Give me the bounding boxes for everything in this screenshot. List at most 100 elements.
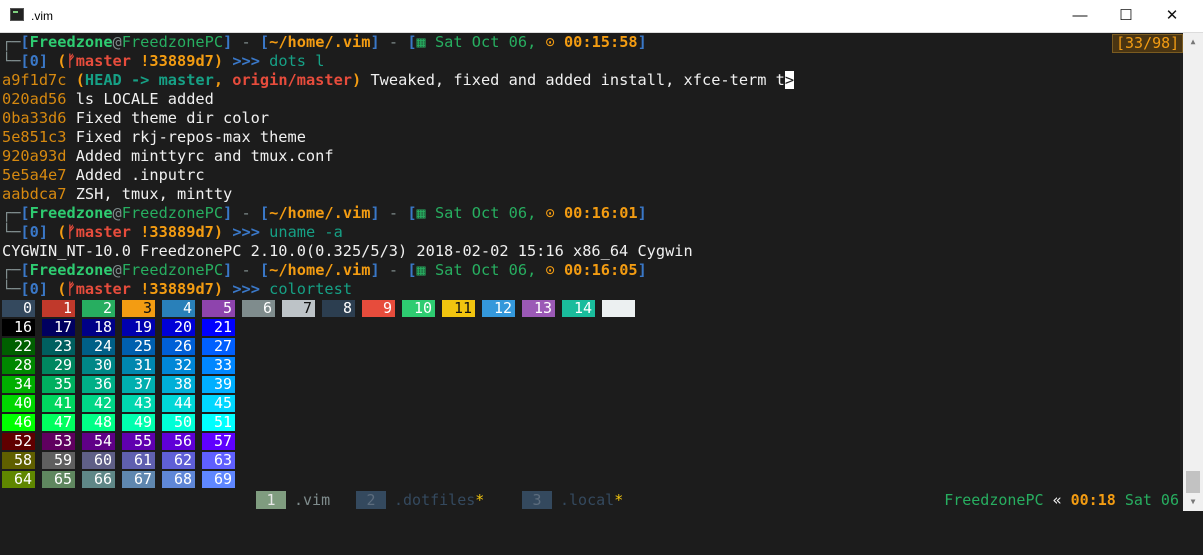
maximize-button[interactable]: ☐ <box>1103 0 1149 32</box>
commit-message: Added .inputrc <box>75 166 205 184</box>
color-swatch: 12 <box>482 300 515 317</box>
color-swatch: 33 <box>202 357 235 374</box>
calendar-icon: ▦ <box>416 204 426 222</box>
prompt-user: Freedzone <box>29 261 113 279</box>
color-swatch: 54 <box>82 433 115 450</box>
prompt-arrows: >>> <box>232 280 260 298</box>
color-swatch: 2 <box>82 300 115 317</box>
git-commit: 33889d7 <box>149 280 214 298</box>
color-swatch: 23 <box>42 338 75 355</box>
prompt-date: Sat Oct 06, <box>434 33 537 51</box>
scroll-down-arrow-icon[interactable]: ▼ <box>1183 493 1203 510</box>
tmux-window-tab-1[interactable]: 1 .vim <box>256 491 330 509</box>
scroll-up-arrow-icon[interactable]: ▲ <box>1183 33 1203 50</box>
color-swatch: 44 <box>162 395 195 412</box>
paren: ) <box>213 223 224 241</box>
prompt-date: Sat Oct 06, <box>434 261 537 279</box>
title-bar[interactable]: .vim — ☐ ✕ <box>0 0 1203 33</box>
tmux-window-tab-3[interactable]: 3 .local* <box>522 491 623 509</box>
bracket: [ <box>259 261 270 279</box>
tmux-window-tab-2[interactable]: 2 .dotfiles* <box>356 491 484 509</box>
bracket: [ <box>20 223 30 241</box>
more-indicator: > <box>784 71 795 89</box>
bracket: [ <box>259 33 270 51</box>
color-swatch: 39 <box>202 376 235 393</box>
prompt-sep: - <box>379 204 408 222</box>
color-swatch: 59 <box>42 452 75 469</box>
git-branch-icon: ᚠ <box>66 52 76 70</box>
prompt-corner: ┌─ <box>2 261 21 279</box>
commit-hash: 920a93d <box>2 147 67 165</box>
commit-message: Tweaked, fixed and added install, xfce-t… <box>370 71 785 89</box>
color-swatch: 17 <box>42 319 75 336</box>
color-swatch: 42 <box>82 395 115 412</box>
color-swatch: 0 <box>2 300 35 317</box>
color-swatch: 62 <box>162 452 195 469</box>
prompt-at: @ <box>112 261 122 279</box>
color-swatch: 69 <box>202 471 235 488</box>
bracket: ] <box>38 280 49 298</box>
color-swatch: 57 <box>202 433 235 450</box>
paren: ( <box>75 71 85 89</box>
paren: ) <box>213 280 224 298</box>
color-swatch: 1 <box>42 300 75 317</box>
git-log-line: 020ad56 ls LOCALE added <box>2 90 214 109</box>
commit-hash: 5e5a4e7 <box>2 166 67 184</box>
calendar-icon: ▦ <box>416 261 426 279</box>
calendar-icon: ▦ <box>416 33 426 51</box>
tmux-window-name: .vim <box>294 491 331 509</box>
tmux-window-number: 1 <box>256 491 286 509</box>
color-swatch: 18 <box>82 319 115 336</box>
prompt-corner: └─ <box>2 52 21 70</box>
uname-output: CYGWIN_NT-10.0 FreedzonePC 2.10.0(0.325/… <box>2 242 693 261</box>
prompt-job-count: 0 <box>29 223 39 241</box>
bracket: [ <box>20 261 30 279</box>
terminal-icon <box>10 8 24 21</box>
color-swatch: 7 <box>282 300 315 317</box>
color-swatch: 9 <box>362 300 395 317</box>
bracket: ] <box>223 261 233 279</box>
close-button[interactable]: ✕ <box>1149 0 1195 32</box>
bracket: [ <box>20 52 30 70</box>
git-log-line: 0ba33d6 Fixed theme dir color <box>2 109 269 128</box>
color-swatch: 13 <box>522 300 555 317</box>
minimize-button[interactable]: — <box>1057 0 1103 32</box>
status-date: Sat 06 <box>1124 491 1179 509</box>
prompt-job-count: 0 <box>29 280 39 298</box>
bracket: ] <box>223 33 233 51</box>
commit-hash: aabdca7 <box>2 185 67 203</box>
color-swatch: 66 <box>82 471 115 488</box>
prompt-host: FreedzonePC <box>121 33 224 51</box>
bracket: [ <box>20 280 30 298</box>
paren: ( <box>57 223 67 241</box>
color-swatch: 63 <box>202 452 235 469</box>
scrollbar-thumb[interactable] <box>1186 471 1200 493</box>
git-log-line: 5e851c3 Fixed rkj-repos-max theme <box>2 128 306 147</box>
prompt-sep: - <box>232 204 260 222</box>
vertical-scrollbar[interactable]: ▲ ▼ <box>1183 33 1203 511</box>
commit-message: ls LOCALE added <box>75 90 214 108</box>
color-swatch: 25 <box>122 338 155 355</box>
prompt-line-2: └─[0] (ᚠmaster !33889d7) >>> colortest <box>2 280 352 299</box>
terminal-output[interactable]: [33/98] ┌─[Freedzone@FreedzonePC] - [~/h… <box>0 33 1183 489</box>
color-swatch: 37 <box>122 376 155 393</box>
prompt-command: dots l <box>269 52 325 70</box>
prompt-time: 00:15:58 <box>563 33 638 51</box>
prompt-sep: - <box>379 33 408 51</box>
color-swatch: 29 <box>42 357 75 374</box>
color-swatch: 21 <box>202 319 235 336</box>
status-separator: « <box>1052 491 1062 509</box>
paren: ) <box>213 52 224 70</box>
git-commit: 33889d7 <box>149 223 214 241</box>
prompt-path: ~/home/.vim <box>269 261 371 279</box>
color-swatch: 5 <box>202 300 235 317</box>
color-swatch: 58 <box>2 452 35 469</box>
color-swatch: 51 <box>202 414 235 431</box>
paren: ( <box>57 52 67 70</box>
git-log-line: 5e5a4e7 Added .inputrc <box>2 166 205 185</box>
color-swatch: 64 <box>2 471 35 488</box>
commit-hash: 5e851c3 <box>2 128 67 146</box>
color-swatch: 26 <box>162 338 195 355</box>
commit-message: Fixed rkj-repos-max theme <box>75 128 306 146</box>
paren: ) <box>352 71 362 89</box>
